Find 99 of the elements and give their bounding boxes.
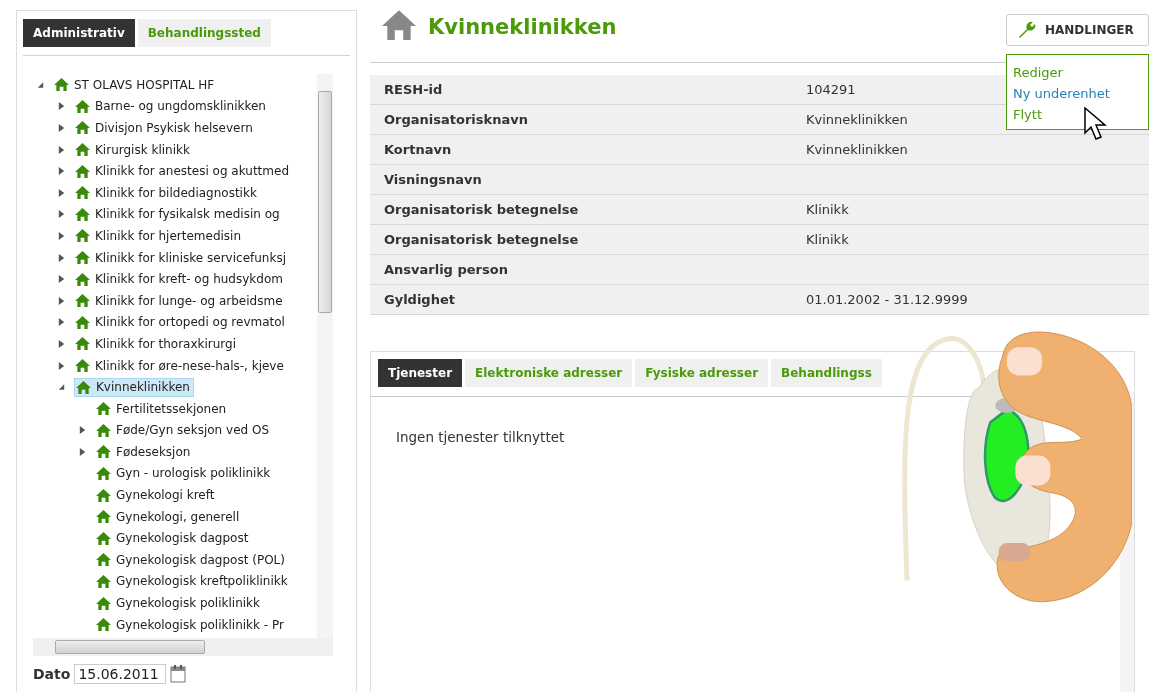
house-icon [96, 617, 111, 633]
field-value: 01.01.2002 - 31.12.9999 [806, 292, 968, 307]
field-label: Ansvarlig person [383, 262, 509, 277]
expand-triangle-icon[interactable] [57, 166, 66, 177]
field-label: Visningsnavn [383, 172, 483, 187]
tree-item[interactable]: Gynekologisk kreftpoliklinikk [95, 572, 291, 590]
menu-item[interactable]: Ny underenhet [1013, 83, 1142, 104]
house-icon [75, 98, 90, 114]
house-icon [75, 250, 90, 266]
house-icon [75, 314, 90, 330]
expand-triangle-icon[interactable] [78, 425, 87, 436]
house-icon [54, 77, 69, 93]
house-icon [75, 163, 90, 179]
menu-item[interactable]: Flytt [1013, 104, 1142, 125]
wrench-icon [1017, 20, 1037, 40]
house-icon [76, 379, 91, 395]
expand-triangle-icon[interactable] [57, 144, 66, 155]
house-icon [96, 444, 111, 460]
expand-triangle-icon[interactable] [57, 230, 66, 241]
tree-item[interactable]: Klinikk for kliniske servicefunksj [74, 249, 289, 267]
expand-triangle-icon[interactable] [57, 187, 66, 198]
scrollbar-thumb[interactable] [55, 640, 205, 654]
house-icon [75, 228, 90, 244]
house-icon [75, 142, 90, 158]
tree-item[interactable]: Barne- og ungdomsklinikken [74, 97, 269, 115]
field-label: RESH-id [383, 82, 444, 97]
tree-item[interactable]: Klinikk for kreft- og hudsykdom [74, 270, 286, 288]
field-value: Klinikk [806, 202, 849, 217]
house-icon [96, 509, 111, 525]
expand-triangle-icon[interactable] [57, 123, 66, 133]
tree-item[interactable]: Gynekologi kreft [95, 486, 218, 504]
house-icon [96, 422, 111, 438]
tree-item[interactable]: Fertilitetssekjonen [95, 400, 230, 418]
calendar-icon[interactable] [170, 665, 187, 683]
house-icon [96, 530, 111, 546]
tree-item[interactable]: Gynekologisk dagpost (POL) [95, 551, 288, 569]
tree-item[interactable]: Gynekologisk poliklinikk [95, 594, 263, 612]
expand-triangle-icon[interactable] [78, 446, 87, 457]
field-value: Klinikk [806, 232, 849, 247]
house-icon [75, 293, 90, 309]
tree-item[interactable]: Gyn - urologisk poliklinikk [95, 465, 274, 482]
tree-item[interactable]: Fødeseksjon [95, 443, 194, 461]
collapse-triangle-icon[interactable] [57, 382, 66, 393]
house-icon [96, 595, 111, 611]
empty-message: Ingen tjenester tilknyttet [396, 429, 566, 445]
field-value: 104291 [806, 82, 856, 97]
expand-triangle-icon[interactable] [57, 360, 66, 371]
tab[interactable]: Administrativ [23, 19, 135, 47]
expand-triangle-icon[interactable] [57, 101, 66, 112]
tree-item[interactable]: ST OLAVS HOSPITAL HF [53, 76, 218, 94]
house-icon [75, 336, 90, 352]
house-icon [75, 271, 90, 287]
house-icon [382, 8, 416, 42]
scrollbar-thumb[interactable] [318, 91, 332, 313]
tree-item[interactable]: Gynekologisk poliklinikk - Pr [95, 616, 287, 634]
date-field[interactable]: 15.06.2011 [74, 664, 167, 684]
tree-item[interactable]: Kirurgisk klinikk [74, 141, 193, 159]
tree-item[interactable]: Gynekologi, generell [95, 508, 243, 526]
menu-item[interactable]: Rediger [1013, 62, 1142, 83]
expand-triangle-icon[interactable] [57, 338, 66, 349]
tree-item[interactable]: Føde/Gyn seksjon ved OS [95, 421, 273, 439]
actions-button[interactable]: HANDLINGER [1006, 14, 1149, 46]
tree-item[interactable]: Kvinneklinikken [74, 377, 194, 397]
house-icon [96, 487, 111, 503]
tree-item[interactable]: Klinikk for fysikalsk medisin og [74, 205, 283, 223]
tab[interactable]: Tjenester [378, 359, 463, 387]
house-icon [96, 552, 111, 568]
expand-triangle-icon[interactable] [57, 209, 66, 220]
house-icon [96, 401, 111, 417]
field-label: Gyldighet [383, 292, 456, 307]
expand-triangle-icon[interactable] [57, 252, 66, 263]
tree-item[interactable]: Klinikk for anestesi og akuttmed [74, 162, 292, 180]
field-label: Organisatorisknavn [383, 112, 529, 127]
house-icon [75, 358, 90, 373]
field-value: Kvinneklinikken [806, 112, 908, 127]
tree-item[interactable]: Klinikk for thoraxkirurgi [74, 335, 240, 353]
field-label: Organisatorisk betegnelse [383, 202, 580, 217]
tree-item[interactable]: Divisjon Psykisk helsevern [74, 119, 256, 137]
page-title: Kvinneklinikken [428, 15, 617, 39]
date-label: Dato [33, 666, 71, 682]
house-icon [75, 185, 90, 201]
field-label: Kortnavn [383, 142, 453, 157]
expand-triangle-icon[interactable] [57, 274, 66, 285]
field-label: Organisatorisk betegnelse [383, 232, 580, 247]
house-icon [75, 120, 90, 136]
field-value: Kvinneklinikken [806, 142, 908, 157]
expand-triangle-icon[interactable] [57, 317, 66, 328]
expand-triangle-icon[interactable] [57, 295, 66, 306]
vertical-scrollbar[interactable] [317, 74, 333, 638]
tree-item[interactable]: Klinikk for hjertemedisin [74, 227, 245, 245]
tree-item[interactable]: Klinikk for lunge- og arbeidsme [74, 292, 286, 310]
tree-item[interactable]: Klinikk for bildediagnostikk [74, 184, 260, 202]
house-icon [96, 573, 111, 589]
house-icon [75, 206, 90, 222]
tree-item[interactable]: Klinikk for øre-nese-hals-, kjeve [74, 357, 287, 374]
tree-item[interactable]: Gynekologisk dagpost [95, 529, 252, 547]
horizontal-scrollbar[interactable] [33, 638, 333, 656]
tree-item[interactable]: Klinikk for ortopedi og revmatol [74, 313, 288, 331]
house-icon [96, 466, 111, 481]
